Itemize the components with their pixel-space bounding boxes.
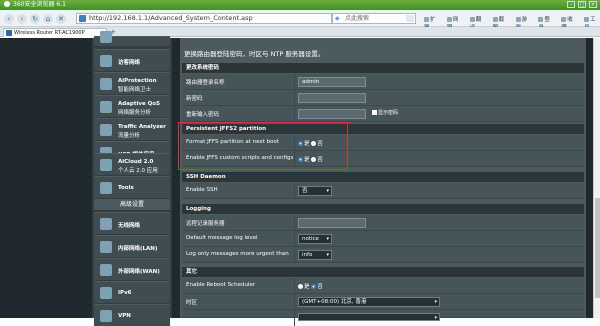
row-default-level: Default message log level notice — [182, 231, 584, 247]
router-favicon-icon — [6, 30, 12, 36]
globe-icon — [100, 264, 112, 276]
row-new-password: 新密码 — [182, 90, 584, 106]
maximize-button[interactable]: □ — [578, 1, 586, 8]
stop-icon[interactable]: ✕ — [56, 14, 66, 24]
network-icon — [100, 31, 112, 43]
section-misc: 其它 — [182, 267, 584, 277]
vpn-icon — [100, 310, 112, 322]
sidebar-item-tools[interactable]: Tools — [94, 176, 170, 198]
sidebar-item-guest[interactable]: 访客网络 — [94, 49, 170, 71]
urgent-level-select[interactable]: info — [298, 250, 332, 260]
search-input[interactable]: ◈ 点此搜索 — [332, 13, 416, 24]
ipv6-icon — [100, 287, 112, 299]
chart-icon — [100, 124, 112, 136]
back-icon[interactable]: ‹ — [4, 14, 14, 24]
show-password-checkbox[interactable]: 显示密码 — [372, 109, 398, 116]
refresh-icon[interactable]: ↻ — [30, 14, 40, 24]
router-page: 访客网络 AiProtection 智能网络卫士 Adaptive QoS 网络服务… — [0, 31, 593, 326]
search-placeholder: 点此搜索 — [345, 15, 370, 22]
page-description: 更换路由器登陆密码，时区与 NTP 服务器设置。 — [184, 50, 325, 58]
cloud-icon — [100, 159, 112, 171]
close-window-button[interactable]: × — [589, 1, 597, 8]
row-urgent-level: Log only messages more urgent than info — [182, 247, 584, 263]
row-username: 路由器登录名称 admin — [182, 74, 584, 90]
new-password-input[interactable] — [298, 93, 366, 103]
sidebar-item-wan[interactable]: 外部网络(WAN) — [94, 258, 170, 280]
sidebar-item-lan[interactable]: 内部网络(LAN) — [94, 235, 170, 257]
shield-icon — [100, 78, 112, 90]
sidebar-item-top[interactable] — [94, 31, 170, 46]
scrollbar-thumb[interactable] — [595, 198, 600, 298]
page-favicon-icon — [79, 15, 86, 22]
main-content: 更换路由器登陆密码，时区与 NTP 服务器设置。 更改系统密码 路由器登录名称 a… — [180, 38, 586, 326]
tab-label: Wireless Router RT-AC1900P — [14, 30, 85, 36]
sidebar: 访客网络 AiProtection 智能网络卫士 Adaptive QoS 网络服务… — [92, 31, 172, 326]
row-timezone: 时区 (GMT+08:00) 北京, 香港 — [182, 294, 584, 310]
browser-title-bar: 360安全浏览器 6.1 – □ × — [0, 0, 600, 10]
section-ssh: SSH Daemon — [182, 172, 584, 182]
sidebar-item-qos[interactable]: Adaptive QoS 网络服务分析 — [94, 95, 170, 117]
section-change-password: 更改系统密码 — [182, 63, 584, 73]
browser-nav-bar: ‹ › ↻ ⌂ ✕ http://192.168.1.1/Advanced_Sy… — [0, 10, 600, 31]
forward-icon[interactable]: › — [17, 14, 27, 24]
enable-ssh-select[interactable]: 否 — [298, 186, 332, 196]
log-server-input[interactable] — [298, 218, 366, 228]
minimize-button[interactable]: – — [567, 1, 575, 8]
sidebar-item-aicloud[interactable]: AiCloud 2.0 个人云 2.0 应用 — [94, 153, 170, 175]
timezone-select[interactable]: (GMT+08:00) 北京, 香港 — [298, 297, 440, 307]
page-scrollbar[interactable] — [593, 38, 600, 318]
sidebar-item-ipv6[interactable]: IPv6 — [94, 281, 170, 303]
jffs-highlight-box — [178, 122, 348, 170]
browser-title: 360安全浏览器 6.1 — [13, 1, 66, 8]
wrench-icon — [100, 182, 112, 194]
sidebar-item-traffic[interactable]: Traffic Analyzer 流量分析 — [94, 118, 170, 140]
home-icon — [100, 241, 112, 253]
browser-logo-icon — [4, 1, 10, 7]
row-log-server: 远程记录服务器 — [182, 215, 584, 231]
row-retype-password: 重新输入密码 显示密码 — [182, 106, 584, 122]
reboot-scheduler-radio[interactable]: 是 否 — [298, 282, 323, 290]
username-input[interactable]: admin — [298, 77, 366, 87]
sidebar-item-vpn[interactable]: VPN — [94, 304, 170, 326]
search-engine-icon: ◈ — [335, 15, 340, 22]
section-logging: Logging — [182, 204, 584, 214]
tab-router[interactable]: Wireless Router RT-AC1900P × — [3, 28, 107, 37]
wireless-icon — [100, 218, 112, 230]
retype-password-input[interactable] — [298, 109, 366, 119]
address-text: http://192.168.1.1/Advanced_System_Conte… — [89, 14, 253, 22]
guest-network-icon — [100, 55, 112, 67]
row-next — [182, 310, 584, 326]
tab-bar: Wireless Router RT-AC1900P × + — [0, 27, 600, 37]
address-bar[interactable]: http://192.168.1.1/Advanced_System_Conte… — [76, 13, 332, 24]
next-select[interactable] — [298, 313, 440, 322]
home-icon[interactable]: ⌂ — [43, 14, 53, 24]
sidebar-item-aiprotection[interactable]: AiProtection 智能网络卫士 — [94, 72, 170, 94]
default-level-select[interactable]: notice — [298, 234, 332, 244]
advanced-settings-header: 高级设置 — [94, 199, 170, 210]
row-enable-ssh: Enable SSH 否 — [182, 183, 584, 199]
row-reboot-scheduler: Enable Reboot Scheduler 是 否 — [182, 278, 584, 294]
gauge-icon — [100, 101, 112, 113]
sidebar-item-wireless[interactable]: 无线网络 — [94, 212, 170, 234]
search-icon[interactable] — [406, 15, 414, 22]
